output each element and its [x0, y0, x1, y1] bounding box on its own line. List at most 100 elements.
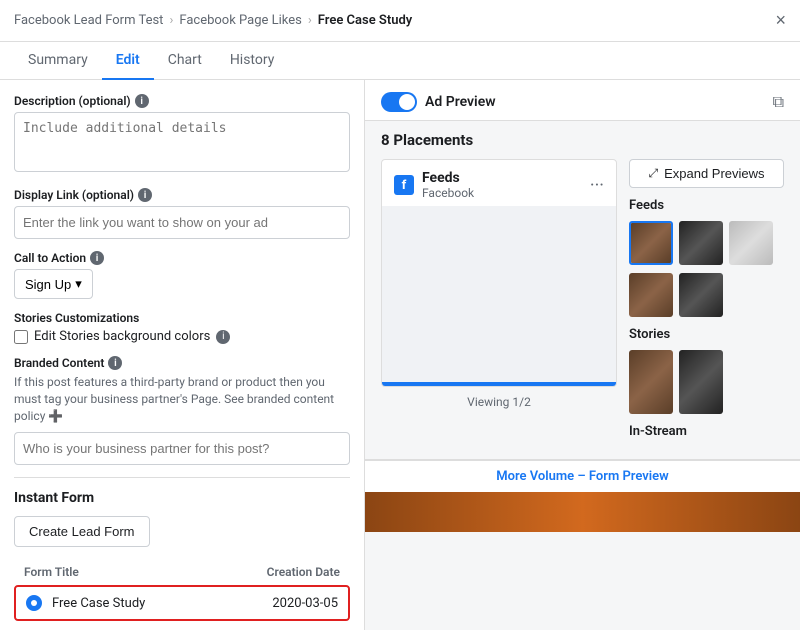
tab-bar: Summary Edit Chart History	[0, 42, 800, 80]
table-row[interactable]: Free Case Study 2020-03-05	[14, 585, 350, 621]
feeds-thumbnails	[629, 221, 784, 317]
branded-content-link[interactable]: ➕	[48, 409, 63, 423]
thumb-image	[729, 221, 773, 265]
right-thumbnails: ⤢ Expand Previews Feeds	[629, 159, 784, 447]
branded-content-field-group: Branded Content i If this post features …	[14, 356, 350, 465]
branded-info-icon[interactable]: i	[108, 356, 122, 370]
thumb-image	[679, 273, 723, 317]
bottom-preview-image	[365, 492, 800, 532]
branded-content-text: If this post features a third-party bran…	[14, 374, 350, 424]
feed-sub: Facebook	[422, 186, 474, 200]
close-button[interactable]: ×	[775, 10, 786, 31]
thumb-image	[629, 273, 673, 317]
bottom-bar: More Volume – Form Preview	[365, 459, 800, 532]
preview-blue-bar	[382, 382, 616, 386]
cta-field-group: Call to Action i Sign Up ▾	[14, 251, 350, 299]
stories-thumbnails	[629, 350, 784, 414]
thumb-story-1[interactable]	[629, 350, 673, 414]
modal-header: Facebook Lead Form Test › Facebook Page …	[0, 0, 800, 42]
breadcrumb-sep-1: ›	[169, 13, 173, 28]
ad-preview-toggle[interactable]	[381, 92, 417, 112]
tab-summary[interactable]: Summary	[14, 42, 102, 80]
stories-checkbox-label: Edit Stories background colors	[34, 329, 210, 344]
preview-image-area	[382, 206, 616, 386]
description-label: Description (optional) i	[14, 94, 350, 108]
external-link-icon[interactable]: ⧉	[773, 92, 784, 112]
description-input[interactable]	[14, 112, 350, 172]
chevron-down-icon: ▾	[75, 276, 82, 292]
ad-preview-toggle-row: Ad Preview	[381, 92, 496, 112]
cta-label: Call to Action i	[14, 251, 350, 265]
form-table-col-date: Creation Date	[267, 565, 340, 579]
right-panel: Ad Preview ⧉ 8 Placements f Feeds Facebo	[365, 80, 800, 630]
breadcrumb-item-1: Facebook Lead Form Test	[14, 13, 163, 28]
thumb-image	[679, 221, 723, 265]
center-preview: f Feeds Facebook ··· Viewing 1/2	[381, 159, 617, 447]
feeds-section-label: Feeds	[629, 198, 784, 213]
expand-icon: ⤢	[648, 166, 658, 181]
ad-preview-header: Ad Preview ⧉	[365, 80, 800, 121]
left-panel: Description (optional) i Display Link (o…	[0, 80, 365, 630]
tab-history[interactable]: History	[216, 42, 289, 80]
thumb-image	[631, 223, 671, 263]
table-row[interactable]: Facebook Ads Case Study-c... 2017-12-11	[14, 621, 350, 630]
feed-title: Feeds	[422, 170, 474, 186]
form-table: Form Title Creation Date Free Case Study…	[14, 559, 350, 630]
preview-viewing-label: Viewing 1/2	[381, 387, 617, 417]
preview-card-header: f Feeds Facebook ···	[382, 160, 616, 206]
preview-more-icon[interactable]: ···	[590, 175, 604, 196]
preview-feed-label: Feeds Facebook	[422, 170, 474, 200]
divider	[14, 477, 350, 478]
more-volume-button[interactable]: More Volume – Form Preview	[365, 460, 800, 492]
expand-previews-label: Expand Previews	[664, 166, 764, 181]
main-content: Description (optional) i Display Link (o…	[0, 80, 800, 630]
tab-edit[interactable]: Edit	[102, 42, 154, 80]
placements-count: 8 Placements	[381, 131, 473, 149]
cta-info-icon[interactable]: i	[90, 251, 104, 265]
display-link-input[interactable]	[14, 206, 350, 239]
description-field-group: Description (optional) i	[14, 94, 350, 176]
form-name: Free Case Study	[52, 596, 272, 611]
thumb-story-2[interactable]	[679, 350, 723, 414]
expand-previews-button[interactable]: ⤢ Expand Previews	[629, 159, 784, 188]
thumb-image	[679, 350, 723, 414]
breadcrumb: Facebook Lead Form Test › Facebook Page …	[14, 13, 412, 28]
stories-info-icon[interactable]: i	[216, 330, 230, 344]
thumb-feed-2[interactable]	[679, 221, 723, 265]
cta-dropdown[interactable]: Sign Up ▾	[14, 269, 93, 299]
display-link-label: Display Link (optional) i	[14, 188, 350, 202]
stories-checkbox-row: Edit Stories background colors i	[14, 329, 350, 344]
display-link-field-group: Display Link (optional) i	[14, 188, 350, 239]
branded-content-label: Branded Content i	[14, 356, 350, 370]
thumb-feed-5[interactable]	[679, 273, 723, 317]
form-date: 2020-03-05	[272, 596, 338, 611]
placements-header: 8 Placements	[365, 121, 800, 159]
create-lead-form-button[interactable]: Create Lead Form	[14, 516, 150, 547]
instream-section-label: In-Stream	[629, 424, 784, 439]
description-info-icon[interactable]: i	[135, 94, 149, 108]
preview-card: f Feeds Facebook ···	[381, 159, 617, 387]
thumb-feed-1[interactable]	[629, 221, 673, 265]
facebook-logo-icon: f	[394, 175, 414, 195]
thumb-image	[629, 350, 673, 414]
stories-section-label: Stories	[629, 327, 784, 342]
cta-select: Sign Up ▾	[14, 269, 350, 299]
form-table-col-name: Form Title	[24, 565, 79, 579]
preview-area: f Feeds Facebook ··· Viewing 1/2	[365, 159, 800, 459]
thumb-feed-3[interactable]	[729, 221, 773, 265]
stories-field-group: Stories Customizations Edit Stories back…	[14, 311, 350, 344]
branded-partner-input[interactable]	[14, 432, 350, 465]
display-link-info-icon[interactable]: i	[138, 188, 152, 202]
breadcrumb-item-2: Facebook Page Likes	[179, 13, 302, 28]
cta-value: Sign Up	[25, 277, 71, 292]
tab-chart[interactable]: Chart	[154, 42, 216, 80]
radio-button[interactable]	[26, 595, 42, 611]
ad-preview-label: Ad Preview	[425, 94, 496, 110]
thumb-feed-4[interactable]	[629, 273, 673, 317]
stories-checkbox[interactable]	[14, 330, 28, 344]
breadcrumb-item-3: Free Case Study	[318, 13, 413, 28]
stories-label: Stories Customizations	[14, 311, 350, 325]
instant-form-title: Instant Form	[14, 490, 350, 506]
form-table-header: Form Title Creation Date	[14, 559, 350, 585]
breadcrumb-sep-2: ›	[308, 13, 312, 28]
